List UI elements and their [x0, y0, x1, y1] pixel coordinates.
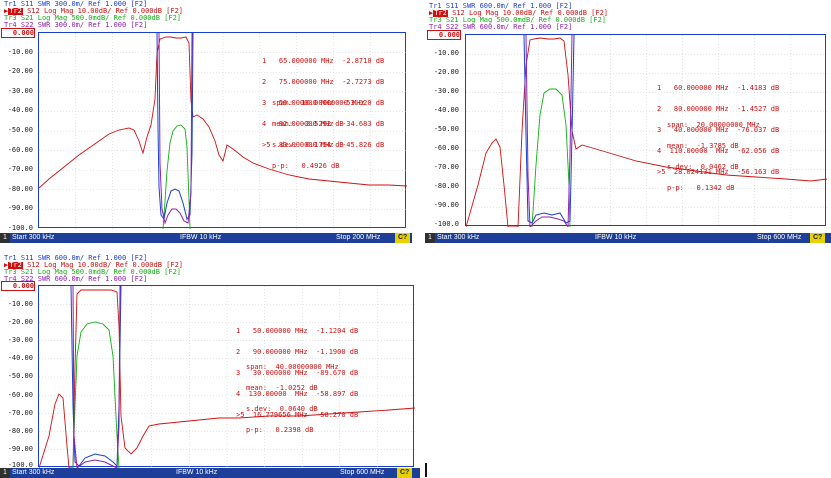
stats-box-1: span: 10.00000000 MHz mean: -2.5292 dB s…	[272, 86, 365, 184]
y-axis-ref-label: 0.000	[1, 281, 35, 291]
status-bar-2: 1 Start 300 kHz IFBW 10 kHz Stop 600 MHz…	[425, 233, 831, 243]
y-axis-label: -80.00	[433, 182, 459, 190]
status-bar-1: 1 Start 300 kHz IFBW 10 kHz Stop 200 MHz…	[0, 233, 412, 243]
stats-box-3: span: 40.00000000 MHz mean: -1.0252 dB s…	[246, 350, 339, 448]
vna-panel-1: Tr1 S11 SWR 300.0m/ Ref 1.000 [F2] ▶Tr2 …	[0, 0, 412, 244]
stat-row: mean: -1.0252 dB	[246, 384, 318, 392]
y-axis-label: -20.00	[7, 318, 33, 326]
trace-s11-blue	[156, 33, 194, 221]
vna-panel-2: Tr1 S11 SWR 600.0m/ Ref 1.000 [F2] ▶Tr2 …	[425, 1, 831, 243]
y-axis-label: -60.00	[7, 146, 33, 154]
stat-row: span: 40.00000000 MHz	[246, 363, 339, 371]
start-freq[interactable]: Start 300 kHz	[12, 468, 54, 478]
y-axis-label: -80.00	[7, 185, 33, 193]
y-axis-label: -30.00	[433, 87, 459, 95]
stat-row: mean: -2.5292 dB	[272, 120, 344, 128]
y-axis-label: -20.00	[7, 67, 33, 75]
start-freq[interactable]: Start 300 kHz	[12, 233, 54, 243]
stat-row: s.dev: 0.1754 dB	[272, 141, 344, 149]
stats-box-2: span: 20.00000000 MHz mean: -1.3785 dB s…	[667, 108, 760, 206]
stat-row: p-p: 0.1342 dB	[667, 184, 735, 192]
plot-svg-3	[39, 286, 415, 468]
channel-indicator[interactable]: 1	[0, 233, 10, 243]
y-axis-label: -40.00	[7, 354, 33, 362]
marker-row: 1 60.000000 MHz -1.4183 dB	[657, 84, 780, 92]
stat-row: span: 20.00000000 MHz	[667, 121, 760, 129]
trace-header-2: Tr1 S11 SWR 600.0m/ Ref 1.000 [F2] ▶Tr2 …	[429, 3, 608, 31]
y-axis-label: -50.00	[7, 126, 33, 134]
y-axis-label: -60.00	[433, 144, 459, 152]
ifbw[interactable]: IFBW 10 kHz	[180, 233, 221, 243]
y-axis-label: -50.00	[433, 125, 459, 133]
y-axis-label: -90.00	[7, 204, 33, 212]
stat-row: mean: -1.3785 dB	[667, 142, 739, 150]
y-axis-label: -40.00	[433, 106, 459, 114]
y-axis-label: -10.00	[7, 48, 33, 56]
stop-freq[interactable]: Stop 600 MHz	[340, 468, 384, 478]
y-axis-label: -90.00	[433, 201, 459, 209]
trace-header-1: Tr1 S11 SWR 300.0m/ Ref 1.000 [F2] ▶Tr2 …	[4, 1, 183, 29]
y-axis-label: -40.00	[7, 106, 33, 114]
y-axis-label: -10.00	[433, 49, 459, 57]
y-axis-label: -70.00	[433, 163, 459, 171]
channel-indicator[interactable]: 1	[0, 468, 10, 478]
y-axis-label: -70.00	[7, 165, 33, 173]
status-bar-3: 1 Start 300 kHz IFBW 10 kHz Stop 600 MHz…	[0, 468, 420, 478]
marker-row: 1 50.000000 MHz -1.1204 dB	[236, 327, 359, 335]
y-axis-label: -30.00	[7, 87, 33, 95]
y-axis-ref-label: 0.000	[1, 28, 35, 38]
y-axis-label: -70.00	[7, 409, 33, 417]
y-axis-label: -80.00	[7, 427, 33, 435]
stop-freq[interactable]: Stop 200 MHz	[336, 233, 380, 243]
channel-indicator[interactable]: 1	[425, 233, 435, 243]
grid	[39, 286, 415, 468]
stat-row: p-p: 0.2398 dB	[246, 426, 314, 434]
y-axis-label: -50.00	[7, 372, 33, 380]
y-axis-ref-label: 0.000	[427, 30, 461, 40]
marker-row: 2 75.000000 MHz -2.7273 dB	[262, 78, 385, 86]
y-axis-label: -10.00	[7, 300, 33, 308]
ifbw[interactable]: IFBW 10 kHz	[595, 233, 636, 243]
channel-badge[interactable]: C?	[810, 233, 826, 243]
y-axis-label: -60.00	[7, 391, 33, 399]
stat-row: span: 10.00000000 MHz	[272, 99, 365, 107]
vna-panel-3: Tr1 S11 SWR 600.0m/ Ref 1.000 [F2] ▶Tr2 …	[0, 254, 420, 478]
ifbw[interactable]: IFBW 10 kHz	[176, 468, 217, 478]
text-cursor	[425, 463, 427, 477]
y-axis-label: -100.0	[7, 224, 33, 232]
marker-row: 1 65.000000 MHz -2.8710 dB	[262, 57, 385, 65]
stop-freq[interactable]: Stop 600 MHz	[757, 233, 801, 243]
trace-header-3: Tr1 S11 SWR 600.0m/ Ref 1.000 [F2] ▶Tr2 …	[4, 255, 183, 283]
stat-row: p-p: 0.4926 dB	[272, 162, 340, 170]
y-axis-label: -90.00	[7, 445, 33, 453]
start-freq[interactable]: Start 300 kHz	[437, 233, 479, 243]
stat-row: s.dev: 0.0462 dB	[667, 163, 739, 171]
trace-s21-green	[531, 88, 571, 227]
trace-s11-blue	[70, 286, 122, 468]
stat-row: s.dev: 0.0640 dB	[246, 405, 318, 413]
channel-badge[interactable]: C?	[395, 233, 411, 243]
channel-badge[interactable]: C?	[397, 468, 413, 478]
y-axis-label: -20.00	[433, 68, 459, 76]
y-axis-label: -100.0	[433, 220, 459, 228]
y-axis-label: -30.00	[7, 336, 33, 344]
